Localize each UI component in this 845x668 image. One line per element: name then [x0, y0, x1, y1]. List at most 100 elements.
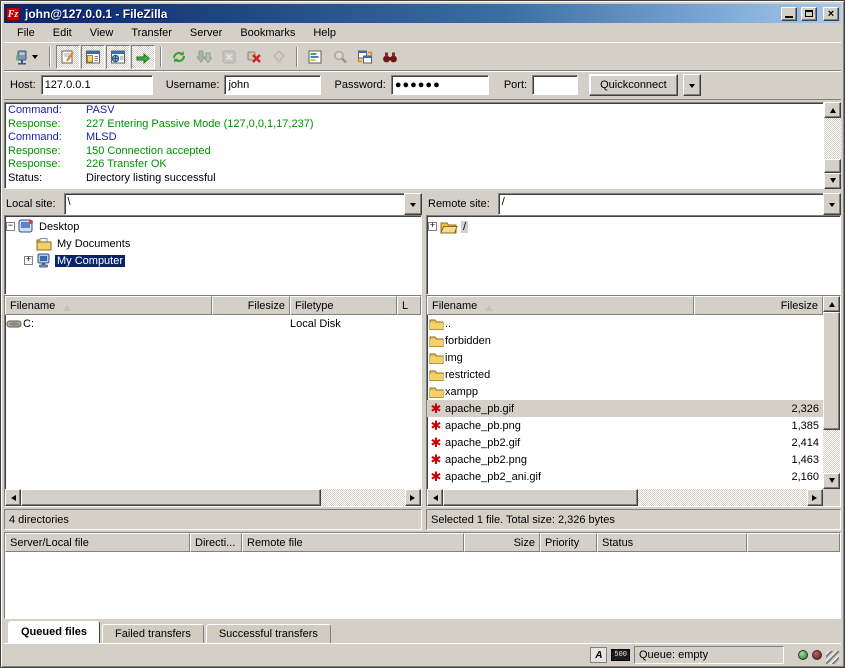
local-site-dropdown-button[interactable]	[404, 193, 422, 215]
tree-label[interactable]: /	[461, 221, 468, 233]
remote-list-vscrollbar[interactable]	[823, 296, 840, 489]
expand-box[interactable]: +	[24, 256, 33, 265]
local-directory-tree[interactable]: − Desktop My Documents +	[4, 215, 422, 295]
scroll-right-button[interactable]	[405, 489, 421, 506]
title-bar[interactable]: Fz john@127.0.0.1 - FileZilla ×	[4, 4, 841, 23]
collapse-box[interactable]: −	[6, 222, 15, 231]
tree-item-root[interactable]: + /	[428, 218, 839, 235]
refresh-button[interactable]	[167, 45, 191, 69]
site-manager-button[interactable]	[8, 45, 44, 69]
tab-failed-transfers[interactable]: Failed transfers	[102, 624, 204, 643]
local-site-path[interactable]: \	[64, 193, 404, 215]
username-input[interactable]	[224, 75, 321, 95]
column-header-status[interactable]: Status	[597, 533, 747, 552]
menu-edit[interactable]: Edit	[44, 25, 81, 41]
log-scrollbar[interactable]	[824, 102, 841, 189]
tab-successful-transfers[interactable]: Successful transfers	[206, 624, 331, 643]
scroll-down-button[interactable]	[823, 473, 840, 489]
column-header-server-local-file[interactable]: Server/Local file	[5, 533, 190, 552]
column-header-filesize[interactable]: Filesize	[694, 296, 823, 315]
remote-list-rows[interactable]: .. forbidden img	[427, 315, 823, 489]
message-log[interactable]: Command:PASV Response:227 Entering Passi…	[4, 102, 824, 189]
local-list-rows[interactable]: C: Local Disk	[5, 315, 421, 489]
remote-folder-row[interactable]: xampp	[427, 383, 823, 400]
remote-folder-row[interactable]: forbidden	[427, 332, 823, 349]
tree-label[interactable]: My Computer	[55, 255, 125, 267]
column-header-last-modified[interactable]: L	[397, 296, 421, 315]
remote-folder-row[interactable]: ..	[427, 315, 823, 332]
find-files-button[interactable]	[378, 45, 402, 69]
scrollbar-thumb[interactable]	[823, 312, 840, 430]
remote-directory-tree[interactable]: + /	[426, 215, 841, 295]
maximize-button[interactable]	[801, 7, 817, 21]
local-list-hscrollbar[interactable]	[5, 489, 421, 506]
scroll-left-button[interactable]	[5, 489, 21, 506]
tree-label[interactable]: My Documents	[55, 238, 132, 250]
scroll-up-button[interactable]	[823, 296, 840, 312]
local-file-row[interactable]: C: Local Disk	[5, 315, 421, 332]
toggle-message-log-button[interactable]	[56, 45, 80, 69]
remote-file-row[interactable]: ✱ apache_pb2_ani.gif 2,160	[427, 468, 823, 485]
scroll-left-button[interactable]	[427, 489, 443, 506]
toggle-remote-tree-button[interactable]	[106, 45, 130, 69]
disconnect-button[interactable]	[242, 45, 266, 69]
minimize-button[interactable]	[781, 7, 797, 21]
scrollbar-thumb[interactable]	[21, 489, 321, 506]
close-button[interactable]: ×	[823, 7, 839, 21]
quickconnect-button[interactable]: Quickconnect	[589, 74, 678, 96]
column-header-filesize[interactable]: Filesize	[212, 296, 290, 315]
local-site-combobox[interactable]: \	[64, 193, 422, 215]
remote-list-hscrollbar[interactable]	[427, 489, 823, 506]
scroll-up-button[interactable]	[824, 102, 841, 118]
tree-item-my-documents[interactable]: My Documents	[36, 235, 420, 252]
menu-server[interactable]: Server	[181, 25, 231, 41]
tree-item-my-computer[interactable]: + My Computer	[24, 252, 420, 269]
remote-file-row[interactable]: ✱ apache_pb2.png 1,463	[427, 451, 823, 468]
expand-box[interactable]: +	[428, 222, 437, 231]
menu-view[interactable]: View	[81, 25, 123, 41]
reconnect-button[interactable]	[267, 45, 291, 69]
remote-folder-row[interactable]: img	[427, 349, 823, 366]
filter-button[interactable]	[303, 45, 327, 69]
menu-help[interactable]: Help	[304, 25, 345, 41]
synchronized-browsing-button[interactable]	[353, 45, 377, 69]
password-input[interactable]	[391, 75, 489, 95]
column-header-filetype[interactable]: Filetype	[290, 296, 397, 315]
column-header-remote-file[interactable]: Remote file	[242, 533, 464, 552]
tree-label[interactable]: Desktop	[37, 221, 81, 233]
scrollbar-thumb[interactable]	[824, 159, 841, 173]
quickconnect-dropdown-button[interactable]	[683, 74, 701, 96]
port-input[interactable]	[532, 75, 578, 95]
cancel-operation-button[interactable]	[217, 45, 241, 69]
process-queue-button[interactable]	[192, 45, 216, 69]
remote-file-row-selected[interactable]: ✱ apache_pb.gif 2,326	[427, 400, 823, 417]
menu-transfer[interactable]: Transfer	[122, 25, 181, 41]
directory-comparison-button[interactable]	[328, 45, 352, 69]
tab-queued-files[interactable]: Queued files	[8, 621, 100, 643]
log-label: Command:	[8, 104, 86, 118]
toggle-queue-button[interactable]	[131, 45, 155, 69]
toggle-local-tree-button[interactable]	[81, 45, 105, 69]
remote-site-dropdown-button[interactable]	[823, 193, 841, 215]
column-header-size[interactable]: Size	[464, 533, 540, 552]
scroll-right-button[interactable]	[807, 489, 823, 506]
column-header-direction[interactable]: Directi...	[190, 533, 242, 552]
resize-grip[interactable]	[826, 651, 839, 664]
column-header-filename[interactable]: Filename	[5, 296, 212, 315]
remote-site-combobox[interactable]: /	[498, 193, 841, 215]
column-header-filename[interactable]: Filename	[427, 296, 694, 315]
scrollbar-thumb[interactable]	[443, 489, 638, 506]
tree-item-desktop[interactable]: − Desktop	[6, 218, 420, 235]
column-header-priority[interactable]: Priority	[540, 533, 597, 552]
remote-site-path[interactable]: /	[498, 193, 823, 215]
scroll-down-button[interactable]	[824, 173, 841, 189]
queue-body[interactable]	[5, 552, 840, 618]
speed-limit-icon[interactable]: 500	[611, 649, 630, 661]
menu-file[interactable]: File	[8, 25, 44, 41]
remote-file-row[interactable]: ✱ apache_pb.png 1,385	[427, 417, 823, 434]
ascii-data-type-icon[interactable]: A	[590, 647, 607, 663]
host-input[interactable]	[41, 75, 153, 95]
remote-folder-row[interactable]: restricted	[427, 366, 823, 383]
remote-file-row[interactable]: ✱ apache_pb2.gif 2,414	[427, 434, 823, 451]
menu-bookmarks[interactable]: Bookmarks	[231, 25, 304, 41]
